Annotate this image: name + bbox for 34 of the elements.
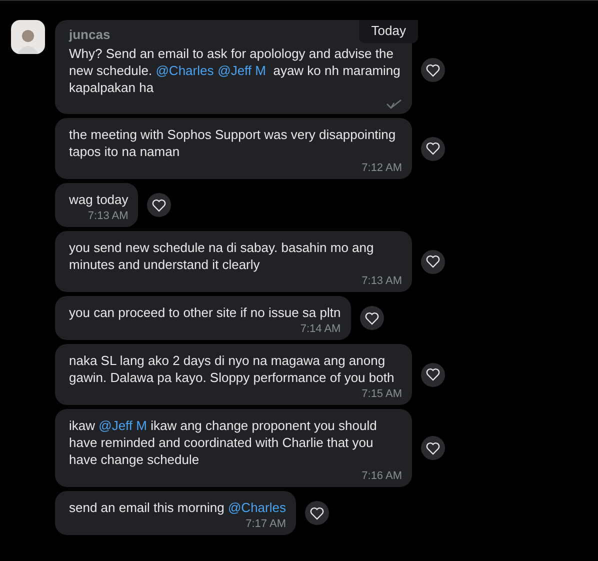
- like-button[interactable]: [421, 136, 445, 160]
- like-button[interactable]: [421, 250, 445, 274]
- message-text: you send new schedule na di sabay. basahin mo ang minutes and understand it clearly: [69, 239, 375, 273]
- message-time: 7:17 AM: [246, 518, 286, 531]
- message-time: 7:12 AM: [362, 162, 402, 175]
- heart-icon: [152, 198, 166, 212]
- heart-icon: [426, 368, 440, 381]
- date-badge: Today: [359, 20, 418, 43]
- message-time: 7:16 AM: [362, 470, 402, 483]
- heart-icon: [426, 255, 440, 268]
- like-button[interactable]: [421, 436, 445, 460]
- message-text: send an email this morning @Charles: [69, 499, 286, 516]
- message-time: 7:13 AM: [362, 275, 402, 288]
- message-text: ikaw @Jeff M ikaw ang change proponent you should have reminded and coordinated with Charlie that you have change schedule: [69, 417, 378, 468]
- heart-icon: [310, 506, 324, 520]
- message-time: 7:14 AM: [300, 323, 341, 336]
- message-text: you can proceed to other site if no issue sa pltn: [69, 304, 341, 321]
- heart-icon: [426, 442, 440, 454]
- message-text: Why? Send an email to ask for apolology and advise the new schedule. @Charles @Jeff M ayaw ko nh maraming kapalpakan ha: [69, 45, 402, 96]
- like-button[interactable]: [421, 58, 445, 82]
- like-button[interactable]: [360, 306, 384, 330]
- message-text: wag today: [69, 191, 128, 208]
- heart-icon: [364, 312, 379, 324]
- message-text: naka SL lang ako 2 days di nyo na magawa ang anong gawin. Dalawa pa kayo. Sloppy performance of you both: [69, 352, 396, 386]
- message-time: 7:13 AM: [88, 210, 128, 223]
- like-button[interactable]: [421, 362, 445, 386]
- heart-icon: [426, 64, 440, 76]
- message-time: 7:15 AM: [362, 388, 402, 401]
- avatar[interactable]: [10, 20, 44, 54]
- like-button[interactable]: [147, 193, 172, 217]
- message-text: the meeting with Sophos Support was very disappointing tapos ito na naman: [69, 126, 397, 160]
- sender-name: juncas: [69, 26, 110, 43]
- like-button[interactable]: [304, 501, 329, 525]
- heart-icon: [426, 142, 440, 155]
